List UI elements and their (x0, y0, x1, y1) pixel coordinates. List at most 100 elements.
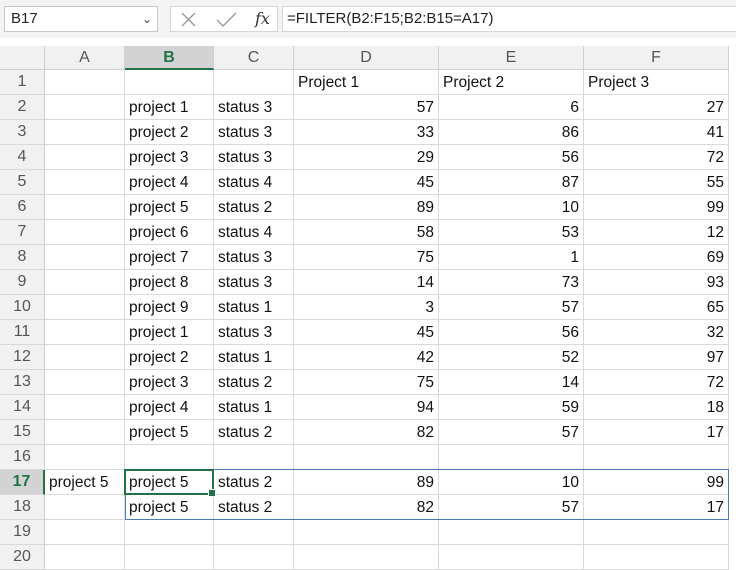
cell-a1[interactable] (45, 70, 125, 95)
row-header-5[interactable]: 5 (0, 170, 45, 195)
cell-b3[interactable]: project 2 (125, 120, 214, 145)
cell-d10[interactable]: 3 (294, 295, 439, 320)
row-header-14[interactable]: 14 (0, 395, 45, 420)
cell-f9[interactable]: 93 (584, 270, 729, 295)
row-header-8[interactable]: 8 (0, 245, 45, 270)
cell-c20[interactable] (214, 545, 294, 570)
cell-b11[interactable]: project 1 (125, 320, 214, 345)
cell-d1[interactable]: Project 1 (294, 70, 439, 95)
cell-b9[interactable]: project 8 (125, 270, 214, 295)
cell-b6[interactable]: project 5 (125, 195, 214, 220)
cell-c11[interactable]: status 3 (214, 320, 294, 345)
cell-c2[interactable]: status 3 (214, 95, 294, 120)
row-header-10[interactable]: 10 (0, 295, 45, 320)
cell-e6[interactable]: 10 (439, 195, 584, 220)
cell-a10[interactable] (45, 295, 125, 320)
cell-e4[interactable]: 56 (439, 145, 584, 170)
row-header-2[interactable]: 2 (0, 95, 45, 120)
cell-e11[interactable]: 56 (439, 320, 584, 345)
cell-a12[interactable] (45, 345, 125, 370)
cell-c14[interactable]: status 1 (214, 395, 294, 420)
cell-b2[interactable]: project 1 (125, 95, 214, 120)
column-header-c[interactable]: C (214, 46, 294, 70)
cell-f1[interactable]: Project 3 (584, 70, 729, 95)
cell-c7[interactable]: status 4 (214, 220, 294, 245)
cell-e18[interactable]: 57 (439, 495, 584, 520)
cancel-icon[interactable] (181, 12, 196, 27)
cell-a2[interactable] (45, 95, 125, 120)
column-header-b[interactable]: B (125, 46, 214, 70)
cell-a4[interactable] (45, 145, 125, 170)
cell-b10[interactable]: project 9 (125, 295, 214, 320)
cell-f12[interactable]: 97 (584, 345, 729, 370)
cell-f5[interactable]: 55 (584, 170, 729, 195)
cell-c3[interactable]: status 3 (214, 120, 294, 145)
row-header-15[interactable]: 15 (0, 420, 45, 445)
cell-c16[interactable] (214, 445, 294, 470)
cell-e1[interactable]: Project 2 (439, 70, 584, 95)
cell-f4[interactable]: 72 (584, 145, 729, 170)
cell-e20[interactable] (439, 545, 584, 570)
cell-b12[interactable]: project 2 (125, 345, 214, 370)
cell-b18[interactable]: project 5 (125, 495, 214, 520)
cell-a14[interactable] (45, 395, 125, 420)
cell-d8[interactable]: 75 (294, 245, 439, 270)
cell-a20[interactable] (45, 545, 125, 570)
row-header-19[interactable]: 19 (0, 520, 45, 545)
cell-a6[interactable] (45, 195, 125, 220)
cell-a13[interactable] (45, 370, 125, 395)
row-header-1[interactable]: 1 (0, 70, 45, 95)
column-header-d[interactable]: D (294, 46, 439, 70)
cell-a3[interactable] (45, 120, 125, 145)
cell-d12[interactable]: 42 (294, 345, 439, 370)
cell-a7[interactable] (45, 220, 125, 245)
cell-d13[interactable]: 75 (294, 370, 439, 395)
cell-f15[interactable]: 17 (584, 420, 729, 445)
cell-f16[interactable] (584, 445, 729, 470)
cell-f17[interactable]: 99 (584, 470, 729, 495)
cell-a16[interactable] (45, 445, 125, 470)
cell-c13[interactable]: status 2 (214, 370, 294, 395)
cell-b15[interactable]: project 5 (125, 420, 214, 445)
cell-d6[interactable]: 89 (294, 195, 439, 220)
column-header-f[interactable]: F (584, 46, 729, 70)
cell-c17[interactable]: status 2 (214, 470, 294, 495)
cell-c1[interactable] (214, 70, 294, 95)
cell-b7[interactable]: project 6 (125, 220, 214, 245)
cell-d7[interactable]: 58 (294, 220, 439, 245)
cell-c12[interactable]: status 1 (214, 345, 294, 370)
cell-c6[interactable]: status 2 (214, 195, 294, 220)
row-header-13[interactable]: 13 (0, 370, 45, 395)
cell-b13[interactable]: project 3 (125, 370, 214, 395)
enter-check-icon[interactable] (216, 12, 237, 27)
cell-d20[interactable] (294, 545, 439, 570)
chevron-down-icon[interactable]: ⌄ (142, 7, 152, 31)
cell-d3[interactable]: 33 (294, 120, 439, 145)
name-box[interactable]: B17 ⌄ (4, 6, 158, 32)
cell-d4[interactable]: 29 (294, 145, 439, 170)
cell-d18[interactable]: 82 (294, 495, 439, 520)
cell-e3[interactable]: 86 (439, 120, 584, 145)
cell-e15[interactable]: 57 (439, 420, 584, 445)
cell-a19[interactable] (45, 520, 125, 545)
row-header-16[interactable]: 16 (0, 445, 45, 470)
cell-c4[interactable]: status 3 (214, 145, 294, 170)
row-header-7[interactable]: 7 (0, 220, 45, 245)
column-header-e[interactable]: E (439, 46, 584, 70)
cell-b5[interactable]: project 4 (125, 170, 214, 195)
row-header-12[interactable]: 12 (0, 345, 45, 370)
cell-f8[interactable]: 69 (584, 245, 729, 270)
select-all-corner[interactable] (0, 46, 45, 70)
cell-a17[interactable]: project 5 (45, 470, 125, 495)
cell-f7[interactable]: 12 (584, 220, 729, 245)
cell-e19[interactable] (439, 520, 584, 545)
row-header-18[interactable]: 18 (0, 495, 45, 520)
formula-input[interactable]: =FILTER(B2:F15;B2:B15=A17) (282, 6, 736, 32)
cell-a9[interactable] (45, 270, 125, 295)
cell-d19[interactable] (294, 520, 439, 545)
cell-a11[interactable] (45, 320, 125, 345)
cell-b16[interactable] (125, 445, 214, 470)
cell-f14[interactable]: 18 (584, 395, 729, 420)
cell-f18[interactable]: 17 (584, 495, 729, 520)
cell-f3[interactable]: 41 (584, 120, 729, 145)
